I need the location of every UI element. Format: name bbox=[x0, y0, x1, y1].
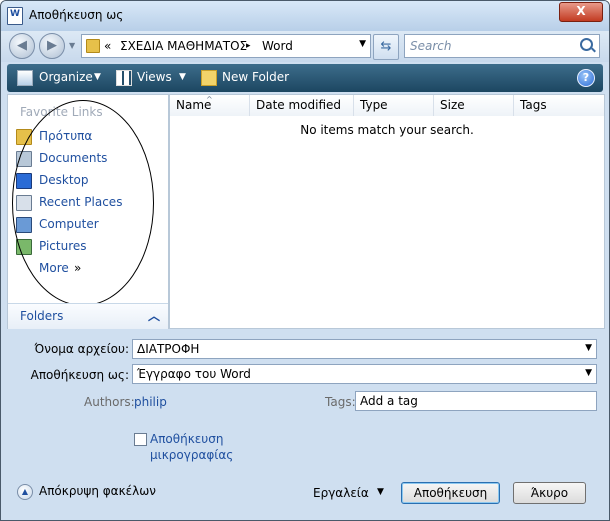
column-header-label: Size bbox=[440, 98, 465, 112]
new-folder-icon bbox=[201, 70, 217, 86]
breadcrumb-item[interactable]: ΣΧΕΔΙΑ ΜΑΘΗΜΑΤΟΣ bbox=[120, 39, 247, 53]
chevron-up-icon: ▲ bbox=[17, 484, 33, 500]
save-type-label: Αποθήκευση ως: bbox=[30, 368, 129, 382]
save-button[interactable]: Αποθήκευση bbox=[401, 482, 500, 504]
save-type-select[interactable]: Έγγραφο του Word ▼ bbox=[132, 364, 597, 384]
search-input[interactable]: Search bbox=[404, 34, 600, 58]
column-header-label: Tags bbox=[520, 98, 547, 112]
filename-label: Όνομα αρχείου: bbox=[34, 342, 130, 356]
forward-arrow-icon: ▶ bbox=[47, 38, 57, 53]
address-dropdown-icon[interactable]: ▼ bbox=[359, 39, 366, 49]
views-menu[interactable]: Views bbox=[137, 70, 172, 84]
cancel-button[interactable]: Άκυρο bbox=[513, 482, 586, 504]
column-header-date-modified[interactable]: Date modified bbox=[250, 95, 354, 116]
close-button[interactable]: X bbox=[559, 2, 603, 22]
back-arrow-icon: ◀ bbox=[17, 38, 27, 53]
empty-message: No items match your search. bbox=[300, 123, 474, 137]
views-dropdown-icon[interactable]: ▼ bbox=[179, 72, 186, 82]
sort-ascending-icon: ^ bbox=[206, 95, 213, 104]
navigation-pane: Favorite Links Πρότυπα Documents Desktop… bbox=[7, 94, 169, 329]
filename-field[interactable]: ΔΙΑΤΡΟΦΗ ▼ bbox=[132, 339, 597, 359]
organize-icon bbox=[17, 70, 33, 86]
save-thumbnail-checkbox[interactable] bbox=[134, 433, 147, 446]
search-icon[interactable] bbox=[580, 38, 593, 51]
tags-field[interactable]: Add a tag bbox=[355, 391, 597, 411]
folder-icon bbox=[86, 39, 100, 53]
refresh-button[interactable]: ⇆ bbox=[373, 34, 399, 60]
column-header-size[interactable]: Size bbox=[434, 95, 514, 116]
command-bar: Organize ▼ Views ▼ New Folder ? bbox=[7, 64, 603, 92]
tools-menu[interactable]: Εργαλεία bbox=[313, 486, 369, 500]
organize-menu[interactable]: Organize bbox=[39, 70, 93, 84]
filename-value: ΔΙΑΤΡΟΦΗ bbox=[137, 342, 200, 356]
breadcrumb-item[interactable]: Word bbox=[262, 39, 293, 53]
forward-button[interactable]: ▶ bbox=[39, 33, 65, 59]
breadcrumb-overflow[interactable]: « bbox=[104, 39, 111, 53]
folders-toggle[interactable]: Folders ︿ bbox=[8, 303, 168, 329]
authors-value[interactable]: philip bbox=[134, 395, 167, 409]
chevron-down-icon[interactable]: ▼ bbox=[585, 368, 592, 378]
organize-dropdown-icon[interactable]: ▼ bbox=[94, 72, 101, 82]
refresh-icon: ⇆ bbox=[380, 39, 392, 54]
save-type-value: Έγγραφο του Word bbox=[137, 367, 251, 381]
address-row: ◀ ▶ ▼ « ΣΧΕΔΙΑ ΜΑΘΗΜΑΤΟΣ ▸ Word ▼ ⇆ Sear… bbox=[1, 31, 609, 62]
column-header-name[interactable]: Name ^ bbox=[170, 95, 250, 116]
tags-placeholder: Add a tag bbox=[360, 394, 418, 408]
chevron-up-icon: ︿ bbox=[147, 309, 160, 323]
breadcrumb-separator-icon[interactable]: ▸ bbox=[246, 41, 251, 51]
views-icon bbox=[116, 70, 132, 86]
save-as-dialog: Αποθήκευση ως X ◀ ▶ ▼ « ΣΧΕΔΙΑ ΜΑΘΗΜΑΤΟΣ… bbox=[0, 0, 610, 521]
word-document-icon bbox=[7, 7, 23, 25]
column-header-label: Date modified bbox=[256, 98, 342, 112]
history-dropdown-icon[interactable]: ▼ bbox=[69, 41, 75, 50]
back-button[interactable]: ◀ bbox=[9, 33, 35, 59]
column-header-type[interactable]: Type bbox=[354, 95, 434, 116]
save-options-area: Όνομα αρχείου: ΔΙΑΤΡΟΦΗ ▼ Αποθήκευση ως:… bbox=[1, 329, 609, 520]
help-icon[interactable]: ? bbox=[577, 69, 595, 87]
folders-label: Folders bbox=[20, 309, 64, 323]
new-folder-button[interactable]: New Folder bbox=[222, 70, 289, 84]
search-placeholder: Search bbox=[410, 39, 452, 53]
window-title: Αποθήκευση ως bbox=[29, 8, 124, 22]
tools-dropdown-icon[interactable]: ▼ bbox=[377, 487, 384, 497]
hide-folders-label: Απόκρυψη φακέλων bbox=[39, 484, 156, 498]
column-header-label: Type bbox=[360, 98, 388, 112]
save-thumbnail-label[interactable]: Αποθήκευση μικρογραφίας bbox=[150, 431, 240, 463]
address-bar[interactable]: « ΣΧΕΔΙΑ ΜΑΘΗΜΑΤΟΣ ▸ Word ▼ bbox=[81, 34, 371, 58]
tags-label: Tags: bbox=[325, 395, 356, 409]
hand-drawn-circle-annotation bbox=[12, 100, 154, 306]
file-list: Name ^ Date modified Type Size Tags No i… bbox=[169, 94, 605, 329]
title-bar: Αποθήκευση ως X bbox=[1, 1, 609, 31]
column-header-tags[interactable]: Tags bbox=[514, 95, 604, 116]
chevron-down-icon[interactable]: ▼ bbox=[585, 343, 592, 353]
authors-label: Authors: bbox=[84, 395, 135, 409]
